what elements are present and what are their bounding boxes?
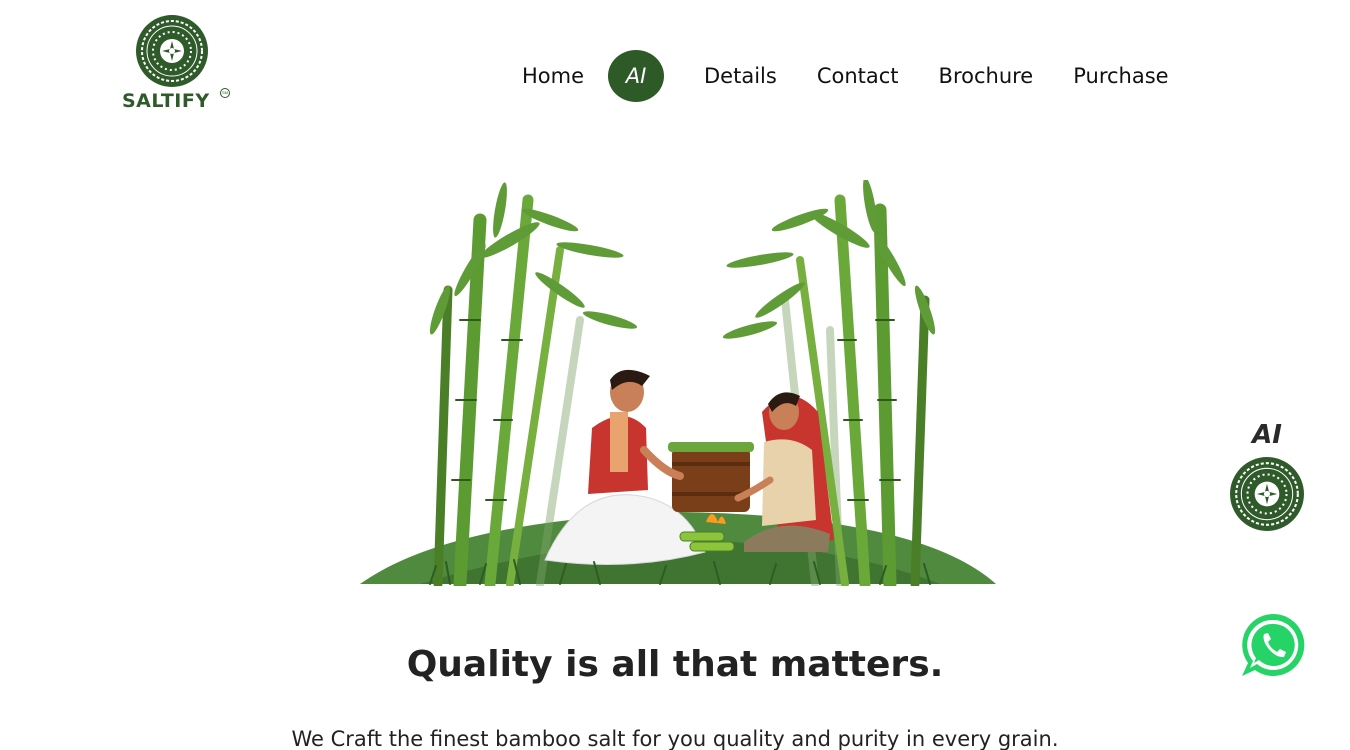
saltify-emblem-icon — [136, 15, 208, 87]
main-nav: Home AI Details Contact Brochure Purchas… — [502, 50, 1189, 102]
bamboo-leaves-right — [722, 180, 936, 339]
ai-widget-label: AI — [1252, 420, 1282, 450]
nav-brochure[interactable]: Brochure — [919, 50, 1054, 102]
service-mark: SM — [220, 88, 230, 98]
whatsapp-icon[interactable] — [1238, 610, 1308, 680]
brand-name: SALTIFY — [122, 90, 210, 112]
nav-ai[interactable]: AI — [608, 50, 665, 102]
ai-assistant-widget[interactable]: AI — [1226, 420, 1308, 532]
nav-home[interactable]: Home — [502, 50, 604, 102]
page: SALTIFY SM Home AI Details Contact Broch… — [0, 0, 1350, 750]
nav-purchase[interactable]: Purchase — [1053, 50, 1188, 102]
saltify-emblem-icon[interactable] — [1229, 456, 1305, 532]
nav-details[interactable]: Details — [684, 50, 797, 102]
hero-illustration — [360, 180, 996, 586]
page-tagline: We Craft the finest bamboo salt for you … — [291, 727, 1059, 750]
page-headline: Quality is all that matters. — [406, 644, 944, 685]
brand-logo[interactable]: SALTIFY SM — [120, 14, 235, 114]
nav-contact[interactable]: Contact — [797, 50, 919, 102]
man-figure — [588, 369, 684, 494]
